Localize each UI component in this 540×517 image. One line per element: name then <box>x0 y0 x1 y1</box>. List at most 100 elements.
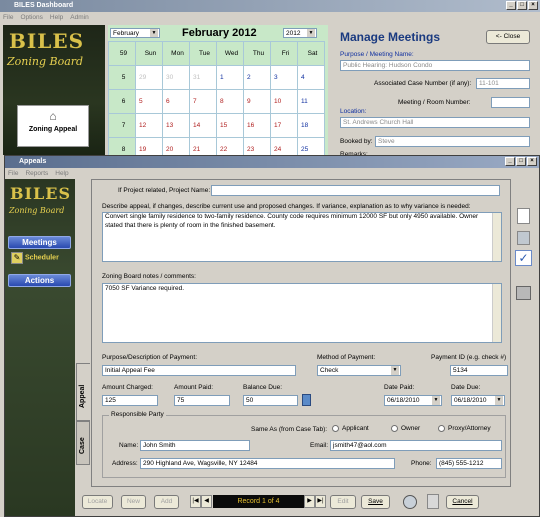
attachment-icon[interactable] <box>427 494 439 509</box>
booked-by-label: Booked by: <box>340 138 373 145</box>
menu-help[interactable]: Help <box>50 14 63 21</box>
tab-case[interactable]: Case <box>76 421 90 465</box>
menu-file[interactable]: File <box>3 14 13 21</box>
scrollbar[interactable] <box>492 284 501 342</box>
dashboard-titlebar: BILES Dashboard _ □ × <box>0 0 540 12</box>
notes-textarea[interactable]: 7050 SF Variance required. <box>102 283 502 343</box>
calendar-day[interactable]: 8 <box>216 89 244 114</box>
minimize-icon[interactable]: _ <box>505 157 515 166</box>
add-button[interactable]: Add <box>154 495 179 509</box>
zoning-appeal-button[interactable]: ⌂ Zoning Appeal <box>17 105 89 147</box>
last-record-icon[interactable]: ▶| <box>315 495 326 508</box>
balance-due-field[interactable]: 50 <box>243 395 298 406</box>
calendar-day[interactable]: 30 <box>162 65 190 90</box>
tab-appeal[interactable]: Appeal <box>76 363 90 421</box>
maximize-icon[interactable]: □ <box>517 1 527 10</box>
first-record-icon[interactable]: |◀ <box>190 495 201 508</box>
calculator-icon[interactable] <box>302 394 311 406</box>
appeals-menubar: File Reports Help <box>5 168 539 179</box>
calendar-title: February 2012 <box>182 27 257 39</box>
calendar-day[interactable]: 7 <box>189 89 217 114</box>
calendar-day[interactable]: 29 <box>135 65 163 90</box>
year-select[interactable]: 2012 <box>283 28 317 38</box>
date-paid-select[interactable]: 06/18/2010 <box>384 395 442 406</box>
amount-paid-field[interactable]: 75 <box>174 395 230 406</box>
document-icon[interactable] <box>517 208 530 224</box>
actions-button[interactable]: Actions <box>8 274 71 287</box>
email-field[interactable]: jsmith47@aol.com <box>330 440 502 451</box>
check-icon[interactable]: ✓ <box>515 250 532 266</box>
calendar-day[interactable]: 2 <box>243 65 271 90</box>
booked-by-field[interactable]: Steve <box>375 136 530 147</box>
prev-record-icon[interactable]: ◀ <box>201 495 212 508</box>
locate-button[interactable]: Locate <box>82 495 113 509</box>
minimize-icon[interactable]: _ <box>506 1 516 10</box>
amount-charged-field[interactable]: 125 <box>102 395 158 406</box>
responsible-party-group: Responsible Party Same As (from Case Tab… <box>102 411 506 478</box>
menu-admin[interactable]: Admin <box>70 14 88 21</box>
calendar-day[interactable]: 10 <box>270 89 298 114</box>
menu-options[interactable]: Options <box>20 14 42 21</box>
name-field[interactable]: John Smith <box>140 440 250 451</box>
print-icon[interactable] <box>516 286 531 300</box>
calendar-day[interactable]: 6 <box>162 89 190 114</box>
calendar-day[interactable]: 17 <box>270 113 298 138</box>
radio-applicant[interactable]: Applicant <box>332 425 369 432</box>
calendar-day[interactable]: 18 <box>297 113 325 138</box>
same-as-label: Same As (from Case Tab): <box>251 426 328 433</box>
menu-file[interactable]: File <box>8 170 18 177</box>
date-due-select[interactable]: 06/18/2010 <box>451 395 505 406</box>
maximize-icon[interactable]: □ <box>516 157 526 166</box>
calendar-day[interactable]: 31 <box>189 65 217 90</box>
new-button[interactable]: New <box>121 495 146 509</box>
describe-label: Describe appeal, if changes, describe cu… <box>102 203 471 210</box>
calendar-day[interactable]: 14 <box>189 113 217 138</box>
zoning-appeal-label: Zoning Appeal <box>28 126 78 133</box>
calendar-day[interactable]: 13 <box>162 113 190 138</box>
globe-icon[interactable] <box>403 495 417 509</box>
day-header: Wed <box>216 41 244 66</box>
menu-reports[interactable]: Reports <box>25 170 48 177</box>
radio-owner[interactable]: Owner <box>391 425 420 432</box>
edit-button[interactable]: Edit <box>330 495 356 509</box>
calendar-day[interactable]: 5 <box>135 89 163 114</box>
week-number: 5 <box>108 65 136 90</box>
save-button[interactable]: Save <box>361 495 390 509</box>
describe-textarea[interactable]: Convert single family residence to two-f… <box>102 212 502 262</box>
copy-icon[interactable] <box>517 231 530 245</box>
meeting-name-field[interactable]: Public Hearing: Hudson Condo <box>340 60 530 71</box>
month-select[interactable]: February <box>110 28 160 38</box>
calendar-day[interactable]: 15 <box>216 113 244 138</box>
scrollbar[interactable] <box>492 213 501 261</box>
logo-title: BILES <box>10 184 72 203</box>
notes-label: Zoning Board notes / comments: <box>102 273 196 280</box>
next-record-icon[interactable]: ▶ <box>304 495 315 508</box>
address-field[interactable]: 290 Highland Ave, Wagsville, NY 12484 <box>140 458 395 469</box>
room-number-field[interactable] <box>491 97 530 108</box>
meetings-button[interactable]: Meetings <box>8 236 71 249</box>
payment-id-field[interactable]: 5134 <box>450 365 508 376</box>
menu-help[interactable]: Help <box>55 170 68 177</box>
payment-method-select[interactable]: Check <box>317 365 401 376</box>
radio-circle <box>332 425 339 432</box>
calendar-day[interactable]: 3 <box>270 65 298 90</box>
radio-proxy[interactable]: Proxy/Attorney <box>438 425 491 432</box>
calendar-day[interactable]: 4 <box>297 65 325 90</box>
close-icon[interactable]: × <box>527 157 537 166</box>
scheduler-button[interactable]: ✎ Scheduler <box>11 252 71 266</box>
payment-purpose-field[interactable]: Initial Appeal Fee <box>102 365 296 376</box>
phone-field[interactable]: (845) 555-1212 <box>436 458 502 469</box>
dashboard-title: BILES Dashboard <box>14 2 74 9</box>
calendar-day[interactable]: 16 <box>243 113 271 138</box>
cancel-button[interactable]: Cancel <box>446 495 479 509</box>
calendar-day[interactable]: 9 <box>243 89 271 114</box>
calendar-day[interactable]: 1 <box>216 65 244 90</box>
case-number-field[interactable]: 11-101 <box>476 78 530 89</box>
project-name-field[interactable] <box>211 185 500 196</box>
close-icon[interactable]: × <box>528 1 538 10</box>
calendar-day[interactable]: 12 <box>135 113 163 138</box>
location-field[interactable]: St. Andrews Church Hall <box>340 117 530 128</box>
describe-text: Convert single family residence to two-f… <box>105 213 479 229</box>
calendar-day[interactable]: 11 <box>297 89 325 114</box>
close-button[interactable]: <- Close <box>486 30 530 44</box>
